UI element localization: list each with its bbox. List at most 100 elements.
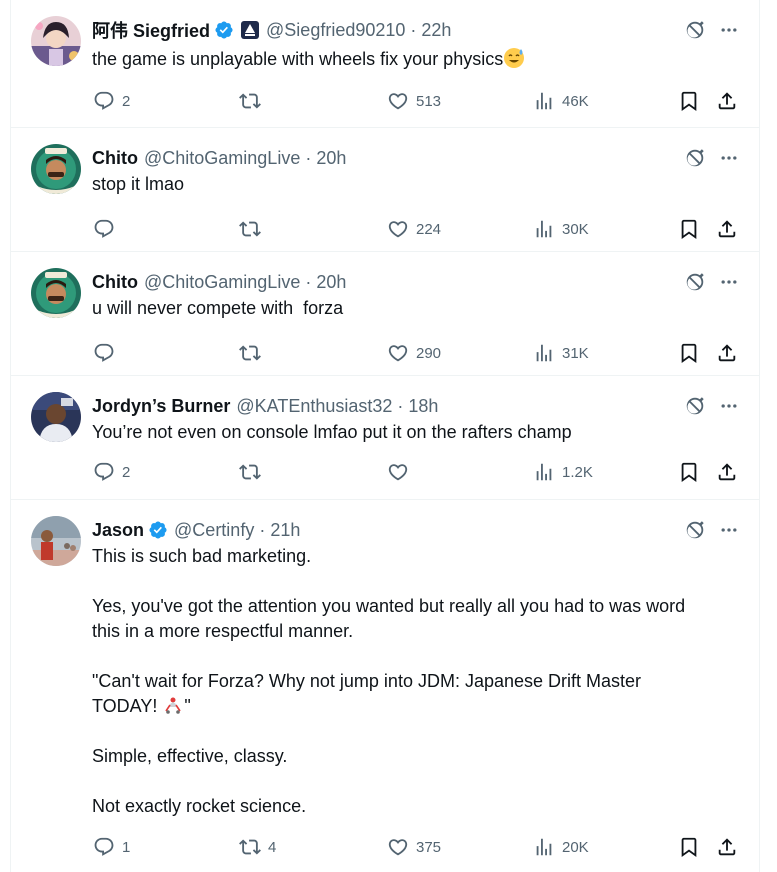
like-button[interactable]: 513 xyxy=(386,89,441,113)
avatar[interactable] xyxy=(31,16,81,66)
heart-icon xyxy=(387,90,409,112)
avatar[interactable] xyxy=(31,144,81,194)
user-handle[interactable]: @KATEnthusiast32 xyxy=(236,396,392,417)
grok-icon[interactable] xyxy=(683,394,707,418)
share-button[interactable] xyxy=(715,89,739,113)
timestamp[interactable]: 21h xyxy=(270,520,300,541)
tweet-text: stop it lmao xyxy=(92,174,185,194)
share-button[interactable] xyxy=(715,217,739,241)
user-handle[interactable]: @ChitoGamingLive xyxy=(144,148,300,169)
reply-button[interactable]: 1 xyxy=(92,835,130,859)
user-handle[interactable]: @Certinfy xyxy=(174,520,254,541)
repost-button[interactable] xyxy=(238,89,268,113)
bookmark-button[interactable] xyxy=(677,341,701,365)
repost-icon xyxy=(239,218,261,240)
action-bar: 1 4 375 20K xyxy=(92,835,741,859)
heart-icon xyxy=(387,461,409,483)
bookmark-icon xyxy=(678,342,700,364)
tweet[interactable]: Chito @ChitoGamingLive · 20h u will neve… xyxy=(11,252,759,376)
reply-icon xyxy=(93,461,115,483)
reply-feed: 阿伟 Siegfried @Siegfried90210 · 22h the g… xyxy=(10,0,760,872)
views-icon xyxy=(533,461,555,483)
like-button[interactable] xyxy=(386,460,416,484)
tweet[interactable]: Chito @ChitoGamingLive · 20h stop it lma… xyxy=(11,128,759,252)
share-icon xyxy=(716,461,738,483)
reply-button[interactable] xyxy=(92,341,122,365)
grok-icon[interactable] xyxy=(683,18,707,42)
tweet[interactable]: Jason @Certinfy · 21h This is such bad m… xyxy=(11,500,759,872)
like-button[interactable]: 290 xyxy=(386,341,441,365)
grok-icon[interactable] xyxy=(683,146,707,170)
avatar[interactable] xyxy=(31,516,81,566)
repost-button[interactable] xyxy=(238,341,268,365)
reply-button[interactable] xyxy=(92,217,122,241)
separator-dot: · xyxy=(410,19,417,40)
reply-button[interactable]: 2 xyxy=(92,460,130,484)
heart-icon xyxy=(387,836,409,858)
affiliate-badge-icon[interactable] xyxy=(240,20,260,40)
views-button[interactable]: 31K xyxy=(532,341,589,365)
user-handle[interactable]: @ChitoGamingLive xyxy=(144,272,300,293)
more-options-icon[interactable] xyxy=(717,146,741,170)
tweet-text: This is such bad marketing. Yes, you've … xyxy=(92,546,686,816)
timestamp[interactable]: 20h xyxy=(316,148,346,169)
separator-dot: · xyxy=(397,395,404,416)
display-name[interactable]: Chito xyxy=(92,272,138,293)
views-icon xyxy=(533,342,555,364)
reply-button[interactable]: 2 xyxy=(92,89,130,113)
bookmark-icon xyxy=(678,461,700,483)
repost-icon xyxy=(239,90,261,112)
like-button[interactable]: 375 xyxy=(386,835,441,859)
grok-icon[interactable] xyxy=(683,518,707,542)
views-button[interactable]: 20K xyxy=(532,835,589,859)
display-name[interactable]: Jason xyxy=(92,520,144,541)
bookmark-button[interactable] xyxy=(677,217,701,241)
tweet[interactable]: 阿伟 Siegfried @Siegfried90210 · 22h the g… xyxy=(11,0,759,128)
tweet[interactable]: Jordyn’s Burner @KATEnthusiast32 · 18h Y… xyxy=(11,376,759,500)
share-button[interactable] xyxy=(715,460,739,484)
share-button[interactable] xyxy=(715,341,739,365)
bookmark-button[interactable] xyxy=(677,460,701,484)
views-icon xyxy=(533,218,555,240)
timestamp[interactable]: 22h xyxy=(421,20,451,41)
share-icon xyxy=(716,836,738,858)
more-options-icon[interactable] xyxy=(717,394,741,418)
display-name[interactable]: Chito xyxy=(92,148,138,169)
separator-dot: · xyxy=(259,519,266,540)
more-options-icon[interactable] xyxy=(717,18,741,42)
share-icon xyxy=(716,218,738,240)
user-handle[interactable]: @Siegfried90210 xyxy=(266,20,405,41)
display-name[interactable]: 阿伟 Siegfried xyxy=(92,17,210,43)
more-options-icon[interactable] xyxy=(717,518,741,542)
tweet-header: Jordyn’s Burner @KATEnthusiast32 · 18h xyxy=(92,394,689,418)
drift-car-emoji-icon xyxy=(165,697,182,714)
views-icon xyxy=(533,90,555,112)
views-button[interactable]: 30K xyxy=(532,217,589,241)
tweet-text: u will never compete with forza xyxy=(92,298,344,318)
timestamp[interactable]: 20h xyxy=(316,272,346,293)
repost-button[interactable]: 4 xyxy=(238,835,276,859)
more-options-icon[interactable] xyxy=(717,270,741,294)
views-button[interactable]: 1.2K xyxy=(532,460,593,484)
sweat-smile-emoji-icon xyxy=(504,48,525,68)
heart-icon xyxy=(387,218,409,240)
repost-button[interactable] xyxy=(238,217,268,241)
separator-dot: · xyxy=(305,147,312,168)
repost-icon xyxy=(239,461,261,483)
views-button[interactable]: 46K xyxy=(532,89,589,113)
bookmark-button[interactable] xyxy=(677,835,701,859)
display-name[interactable]: Jordyn’s Burner xyxy=(92,396,230,417)
reply-icon xyxy=(93,90,115,112)
tweet-header: 阿伟 Siegfried @Siegfried90210 · 22h xyxy=(92,18,689,42)
like-button[interactable]: 224 xyxy=(386,217,441,241)
share-icon xyxy=(716,90,738,112)
share-button[interactable] xyxy=(715,835,739,859)
views-icon xyxy=(533,836,555,858)
avatar[interactable] xyxy=(31,268,81,318)
tweet-header: Chito @ChitoGamingLive · 20h xyxy=(92,270,689,294)
grok-icon[interactable] xyxy=(683,270,707,294)
avatar[interactable] xyxy=(31,392,81,442)
timestamp[interactable]: 18h xyxy=(408,396,438,417)
repost-button[interactable] xyxy=(238,460,268,484)
bookmark-button[interactable] xyxy=(677,89,701,113)
